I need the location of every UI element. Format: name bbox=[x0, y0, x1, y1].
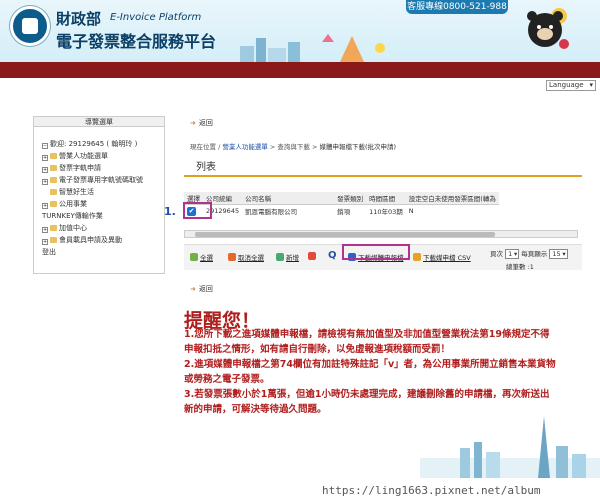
reminder-line: 新的申請，可解決等待過久問題。 bbox=[184, 404, 327, 415]
folder-icon bbox=[50, 225, 57, 231]
cell-company: 凱恩電腦有限公司 bbox=[245, 208, 298, 217]
back-link[interactable]: ➜ 返回 bbox=[190, 118, 213, 128]
reminder-line: 2.進項媒體申報檔之第74欄位有加註特殊註記「v」者，為公用事業所開立銷售本業貨… bbox=[184, 359, 556, 370]
add-icon bbox=[276, 253, 284, 261]
sidebar-item-carrier[interactable]: + 會員載具申請及異動 bbox=[42, 235, 122, 245]
highlight-checkbox-frame bbox=[183, 202, 212, 219]
col-company: 公司名稱 bbox=[242, 192, 335, 205]
hotline-badge: 客服專線0800-521-988 bbox=[406, 0, 508, 14]
expand-icon: + bbox=[42, 167, 48, 173]
platform-name: 電子發票整合服務平台 bbox=[56, 32, 217, 51]
platform-name-en: E-Invoice Platform bbox=[110, 12, 202, 23]
folder-icon bbox=[50, 165, 57, 171]
table-row[interactable]: ✔ 29129645 凱恩電腦有限公司 銷項 110年03期 N bbox=[184, 205, 499, 218]
footer-skyline-illustration bbox=[420, 416, 600, 478]
delete-icon bbox=[308, 252, 316, 260]
query-icon[interactable]: Q bbox=[328, 250, 337, 261]
page-select[interactable]: 1 bbox=[505, 249, 520, 259]
navigation-panel: 導覽選單 − 歡迎: 29129645 ( 翰明玲 ) + 營業人功能選單 + 發票字… bbox=[33, 116, 165, 274]
highlight-download-frame bbox=[342, 244, 410, 260]
back-link-bottom[interactable]: ➜ 返回 bbox=[190, 284, 213, 294]
delete-button[interactable] bbox=[308, 252, 318, 261]
reminder-line: 或勞務之電子發票。 bbox=[184, 374, 270, 385]
collapse-icon[interactable]: − bbox=[42, 143, 48, 149]
expand-icon: + bbox=[42, 203, 48, 209]
sidebar-item-logout[interactable]: 登出 bbox=[42, 247, 56, 257]
expand-icon: + bbox=[42, 227, 48, 233]
sidebar-item-turnkey[interactable]: TURNKEY傳輸作業 bbox=[42, 211, 103, 221]
select-all-button[interactable]: 全選 bbox=[190, 252, 213, 262]
reminder-line: 3.若發票張數小於1萬張，但逾1小時仍未處理完成，建議刪除舊的申請檔，再次新送出 bbox=[184, 389, 550, 400]
sidebar-item-track-apply[interactable]: + 發票字軌申請 bbox=[42, 163, 101, 173]
nav-heading: 導覽選單 bbox=[34, 117, 164, 127]
language-select[interactable]: Language bbox=[546, 80, 596, 91]
title-underline bbox=[184, 175, 582, 177]
folder-icon bbox=[50, 189, 57, 195]
back-arrow-icon: ➜ bbox=[190, 119, 196, 127]
total-count: 總筆數 :1 bbox=[506, 263, 534, 271]
sidebar-item-track-number[interactable]: + 電子發票專用字軌號碼取號 bbox=[42, 175, 143, 185]
cell-period: 110年03期 bbox=[369, 208, 403, 217]
step-marker: 1. bbox=[164, 205, 176, 218]
pagination: 頁次 1 每頁顯示 15 bbox=[490, 248, 568, 259]
sidebar-item-public-utility[interactable]: + 公用事業 bbox=[42, 199, 87, 209]
expand-icon: + bbox=[42, 155, 48, 161]
csv-icon bbox=[413, 253, 421, 261]
folder-icon bbox=[50, 177, 57, 183]
ministry-logo-icon[interactable] bbox=[10, 6, 50, 46]
expand-icon: + bbox=[42, 239, 48, 245]
cancel-icon bbox=[228, 253, 236, 261]
sidebar-item-value-center[interactable]: + 加值中心 bbox=[42, 223, 87, 233]
cancel-all-button[interactable]: 取消全選 bbox=[228, 252, 264, 262]
watermark: https://ling1663.pixnet.net/album bbox=[320, 484, 543, 497]
expand-icon: + bbox=[42, 179, 48, 185]
folder-icon bbox=[50, 237, 57, 243]
check-icon bbox=[190, 253, 198, 261]
add-button[interactable]: 新增 bbox=[276, 252, 299, 262]
folder-icon bbox=[50, 201, 57, 207]
nav-user: − 歡迎: 29129645 ( 翰明玲 ) bbox=[42, 140, 138, 149]
per-page-select[interactable]: 15 bbox=[549, 249, 568, 259]
col-type: 發票類別 bbox=[334, 192, 367, 205]
breadcrumb-current: 媒體申報檔下載(批次申請) bbox=[319, 143, 397, 151]
scrollbar-thumb[interactable] bbox=[195, 232, 495, 237]
reminder-line: 1.您所下載之進項媒體申報檔，請檢視有無加值型及非加值型營業稅法第19條規定不得 bbox=[184, 329, 550, 340]
back-arrow-icon: ➜ bbox=[190, 285, 196, 293]
download-csv-button[interactable]: 下載媒申檔 CSV bbox=[413, 252, 471, 262]
sidebar-item-business-menu[interactable]: + 營業人功能選單 bbox=[42, 151, 108, 161]
cell-type: 銷項 bbox=[337, 208, 351, 217]
agency-name: 財政部 bbox=[56, 10, 102, 28]
skyline-illustration bbox=[240, 34, 385, 62]
site-header: 財政部 E-Invoice Platform 電子發票整合服務平台 客服專線08… bbox=[0, 0, 600, 62]
col-setting: 設定空白未使用發票區間(轉為 bbox=[405, 192, 499, 205]
reminder-line: 申報扣抵之情形，如有請自行刪除，以免虛報進項稅額而受罰！ bbox=[184, 344, 451, 355]
sidebar-item-smart-life[interactable]: 智慧好生活 bbox=[42, 187, 94, 197]
horizontal-scrollbar[interactable] bbox=[184, 230, 578, 238]
cell-setting: N bbox=[408, 207, 414, 216]
folder-icon bbox=[50, 153, 57, 159]
breadcrumb-link-business[interactable]: 營業人功能選單 bbox=[222, 143, 268, 151]
bear-mascot-icon bbox=[527, 8, 569, 49]
list-title: 列表 bbox=[196, 162, 216, 173]
col-period: 時間區間 bbox=[366, 192, 406, 205]
breadcrumb-query: 查詢與下載 bbox=[277, 143, 310, 151]
breadcrumb: 現在位置 / 營業人功能選單 > 查詢與下載 > 媒體申報檔下載(批次申請) bbox=[190, 143, 397, 151]
header-divider bbox=[0, 62, 600, 78]
